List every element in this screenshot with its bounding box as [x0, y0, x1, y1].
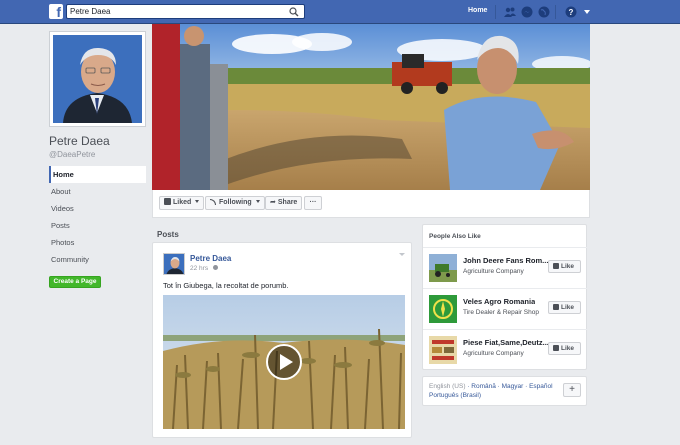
profile-picture[interactable] [49, 31, 146, 127]
like-button[interactable]: Like [548, 342, 581, 355]
page-name-link[interactable]: Piese Fiat,Same,Deutz... [463, 338, 548, 347]
list-item: Piese Fiat,Same,Deutz... Agriculture Com… [423, 329, 588, 369]
left-nav-photos[interactable]: Photos [49, 234, 146, 251]
like-button[interactable]: Like [548, 301, 581, 314]
page-category: Agriculture Company [463, 268, 524, 275]
globe-privacy-icon [212, 265, 218, 270]
liked-button[interactable]: Liked [159, 196, 205, 210]
nav-divider [495, 5, 496, 19]
post-time-text: 22 hrs [190, 265, 209, 272]
page-category: Agriculture Company [463, 350, 524, 357]
language-link[interactable]: Español [529, 383, 553, 390]
page-name-link[interactable]: Veles Agro Romania [463, 297, 535, 306]
search-box[interactable] [66, 4, 305, 19]
post-options-chevron-icon[interactable] [399, 253, 405, 256]
left-nav-posts[interactable]: Posts [49, 217, 146, 234]
page-thumbnail[interactable] [429, 336, 457, 364]
nav-home-link[interactable]: Home [468, 7, 487, 14]
following-button[interactable]: Following [205, 196, 265, 210]
left-nav-videos[interactable]: Videos [49, 200, 146, 217]
cover-photo[interactable] [152, 24, 590, 190]
parts-ad-image [429, 336, 457, 364]
share-button[interactable]: ➦ Share [265, 196, 303, 210]
post-timestamp[interactable]: 22 hrs [190, 265, 218, 272]
thumbs-up-icon [553, 345, 559, 351]
page-name-link[interactable]: John Deere Fans Rom... [463, 256, 548, 265]
like-label: Like [561, 304, 575, 311]
current-language: English (US) [429, 383, 466, 390]
page-title: Petre Daea [49, 134, 110, 148]
profile-photo [53, 35, 142, 123]
nav-divider [555, 5, 556, 19]
share-arrow-icon: ➦ [270, 199, 276, 206]
more-languages-button[interactable]: + [563, 383, 581, 397]
language-line: English (US) · Română · Magyar · Español [429, 383, 553, 390]
tractor-image [429, 254, 457, 282]
page-category: Tire Dealer & Repair Shop [463, 309, 539, 316]
friends-icon[interactable] [504, 6, 516, 18]
liked-label: Liked [173, 199, 192, 206]
search-icon[interactable] [289, 7, 299, 17]
post-video[interactable] [163, 295, 405, 429]
page-action-bar: Liked Following ➦ Share ··· [152, 190, 590, 218]
avatar-image [164, 254, 184, 274]
language-link[interactable]: Magyar [502, 383, 524, 390]
list-item: John Deere Fans Rom... Agriculture Compa… [423, 247, 588, 287]
search-input[interactable] [70, 5, 280, 18]
page-username[interactable]: @DaeaPetre [49, 150, 95, 159]
post-message: Tot în Giubega, la recoltat de porumb. [163, 281, 289, 290]
page-thumbnail[interactable] [429, 254, 457, 282]
svg-text:?: ? [569, 8, 574, 17]
left-navigation: Home About Videos Posts Photos Community [49, 166, 146, 268]
like-label: Like [561, 345, 575, 352]
like-label: Like [561, 263, 575, 270]
play-icon[interactable] [265, 343, 303, 381]
language-line: Português (Brasil) [429, 392, 481, 399]
following-label: Following [219, 199, 252, 206]
people-also-like-title: People Also Like [429, 233, 481, 240]
page-thumbnail[interactable] [429, 295, 457, 323]
left-nav-home[interactable]: Home [49, 166, 146, 183]
messenger-icon[interactable] [521, 6, 533, 18]
thumbs-up-icon [553, 304, 559, 310]
create-page-button[interactable]: Create a Page [49, 276, 101, 288]
language-link[interactable]: Português (Brasil) [429, 392, 481, 399]
post-author-avatar[interactable] [163, 253, 185, 275]
account-menu-chevron-icon[interactable] [584, 10, 590, 14]
veles-logo-image [429, 295, 457, 323]
language-selector-card: English (US) · Română · Magyar · Español… [422, 376, 587, 406]
top-bar: f Home ? [0, 0, 680, 24]
post-card: Petre Daea 22 hrs Tot în Giubega, la rec… [152, 242, 412, 438]
post-author-name[interactable]: Petre Daea [190, 254, 231, 263]
left-nav-about[interactable]: About [49, 183, 146, 200]
facebook-logo[interactable]: f [49, 4, 63, 19]
share-label: Share [277, 199, 298, 206]
people-also-like-card: People Also Like John Deere Fans Rom... … [422, 224, 588, 370]
list-item: Veles Agro Romania Tire Dealer & Repair … [423, 288, 588, 328]
posts-heading: Posts [157, 230, 179, 239]
chevron-down-icon [195, 200, 200, 203]
chevron-down-icon [255, 200, 260, 203]
more-options-button[interactable]: ··· [304, 196, 322, 210]
like-button[interactable]: Like [548, 260, 581, 273]
help-icon[interactable]: ? [565, 6, 577, 18]
rss-icon [210, 199, 216, 205]
thumbs-up-icon [164, 198, 171, 205]
left-nav-community[interactable]: Community [49, 251, 146, 268]
thumbs-up-icon [553, 263, 559, 269]
cover-image [152, 24, 590, 190]
globe-icon[interactable] [538, 6, 550, 18]
language-link[interactable]: Română [471, 383, 496, 390]
